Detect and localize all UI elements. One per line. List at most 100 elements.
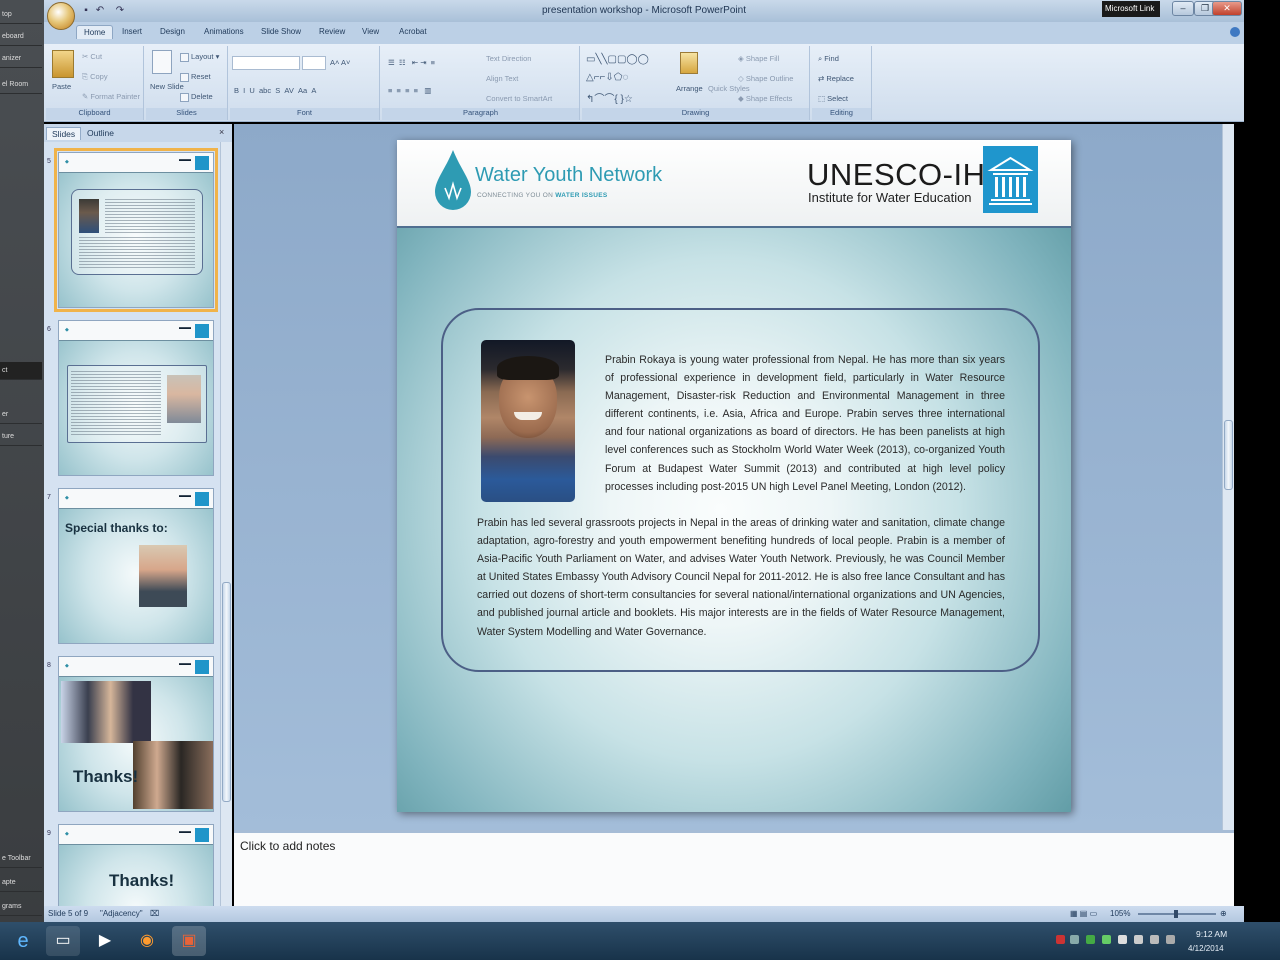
layout-button[interactable]: Layout ▾ [180,52,219,62]
file-explorer-icon[interactable]: ▭ [46,926,80,956]
tab-slide-show[interactable]: Slide Show [261,27,301,36]
internet-explorer-icon[interactable]: e [6,926,40,956]
zoom-slider-thumb[interactable] [1174,910,1178,918]
firefox-icon[interactable]: ◉ [130,926,164,956]
scroll-thumb[interactable] [222,582,231,802]
shape-outline-button[interactable]: ◇ Shape Outline [738,74,793,83]
undo-icon[interactable]: ↶ [94,5,106,17]
paste-button[interactable]: Paste [52,82,71,91]
new-slide-button[interactable]: New Slide [150,82,184,92]
text-direction-button[interactable]: Text Direction [486,54,531,63]
tab-outline[interactable]: Outline [82,127,119,139]
strip-item[interactable]: eboard [0,28,42,46]
tab-acrobat[interactable]: Acrobat [399,27,427,36]
strip-item[interactable]: ct [0,362,42,380]
replace-button[interactable]: ⇄ Replace [818,74,854,83]
reset-button[interactable]: Reset [180,72,211,82]
spellcheck-icon[interactable]: ⌧ [150,909,159,918]
slide-thumbnail-8[interactable]: 8 ◆ ▬▬ Thanks! [44,654,224,818]
tab-home[interactable]: Home [76,25,114,39]
cut-button[interactable]: ✂ Cut [82,52,102,61]
strip-item[interactable]: ture [0,428,42,446]
slide-thumbnail-7[interactable]: 7 ◆ ▬▬ Special thanks to: [44,486,224,650]
clock-time[interactable]: 9:12 AM [1196,929,1227,939]
tray-icon[interactable] [1056,935,1065,944]
redo-icon[interactable]: ↷ [114,5,126,17]
notes-placeholder: Click to add notes [240,839,336,853]
fit-to-window-icon[interactable]: ⊕ [1220,909,1227,918]
thumb-logo-wyn: ◆ [65,663,69,669]
strip-item[interactable]: anizer [0,50,42,68]
slide-thumbnail-5[interactable]: 5 ◆ ▬▬ [44,148,224,314]
panel-scrollbar[interactable] [220,142,232,906]
copy-button[interactable]: ⎘ Copy [82,72,108,82]
quick-styles-button[interactable]: Quick Styles [708,84,750,94]
window-title: presentation workshop - Microsoft PowerP… [542,5,746,16]
strip-item[interactable]: er [0,406,42,424]
group-label: Slides [146,108,227,120]
shapes-gallery[interactable]: ▭╲╲▢▢◯◯ [586,54,649,65]
font-size-field[interactable] [302,56,326,70]
save-icon[interactable]: ▪ [80,5,92,17]
close-button[interactable]: ✕ [1212,1,1242,16]
status-bar: Slide 5 of 9 "Adjacency" ⌧ ▦ ▤ ▭ 105% ⊕ [44,906,1244,922]
strip-item[interactable]: el Room [0,76,42,94]
current-slide[interactable]: Water Youth Network CONNECTING YOU ON WA… [397,140,1071,812]
font-grow-button[interactable]: A˄ A˅ [330,58,350,67]
layout-icon [180,52,189,62]
paragraph-group: ☰ ☷ ⇤ ⇥ ≡ ≡ ≡ ≡ ≡ ▥ Text Direction Align… [382,46,580,120]
slide-number: 9 [47,830,51,837]
shapes-gallery-row3[interactable]: ↰⌒⌒{ }☆ [586,90,633,105]
strip-item[interactable]: apte [0,874,42,892]
network-icon[interactable] [1150,935,1159,944]
shape-effects-button[interactable]: ◆ Shape Effects [738,94,792,103]
minimize-button[interactable]: – [1172,1,1194,16]
flag-icon[interactable] [1134,935,1143,944]
office-button[interactable] [47,2,75,30]
help-icon[interactable] [1230,27,1240,37]
convert-smartart-button[interactable]: Convert to SmartArt [486,94,552,103]
tab-design[interactable]: Design [160,27,185,36]
tab-slides[interactable]: Slides [46,127,82,140]
thumb-heading: Special thanks to: [65,521,168,535]
list-buttons[interactable]: ☰ ☷ ⇤ ⇥ ≡ [388,58,435,67]
align-text-button[interactable]: Align Text [486,74,518,83]
view-buttons[interactable]: ▦ ▤ ▭ [1070,909,1097,918]
arrange-button[interactable]: Arrange [676,84,703,93]
zoom-level[interactable]: 105% [1110,909,1130,918]
clock-date[interactable]: 4/12/2014 [1188,944,1224,953]
tab-animations[interactable]: Animations [204,27,244,36]
find-button[interactable]: ⌕ Find [818,54,839,64]
strip-item[interactable]: e Toolbar [0,850,42,868]
slide-thumbnail-6[interactable]: 6 ◆ ▬▬ [44,318,224,482]
shapes-gallery-row2[interactable]: △⌐⌐⇩⬠◌ [586,72,628,83]
slide-thumbnail-9[interactable]: 9 ◆ ▬▬ Thanks! [44,822,224,906]
volume-icon[interactable] [1166,935,1175,944]
tray-icon[interactable] [1086,935,1095,944]
scroll-thumb[interactable] [1224,420,1233,490]
font-style-buttons[interactable]: B I U abc S AV Aa A [234,86,316,95]
tab-view[interactable]: View [362,27,379,36]
strip-item[interactable]: top [0,6,42,24]
delete-button[interactable]: Delete [180,92,213,102]
tray-icon[interactable] [1118,935,1127,944]
select-button[interactable]: ⬚ Select [818,94,848,103]
strip-item[interactable]: grams [0,898,42,916]
screen-edge [1244,0,1280,922]
notes-pane[interactable]: Click to add notes [234,830,1234,906]
slide-number: 7 [47,494,51,501]
media-player-icon[interactable]: ▶ [88,926,122,956]
tab-review[interactable]: Review [319,27,345,36]
font-name-field[interactable] [232,56,300,70]
format-painter-button[interactable]: ✎ Format Painter [82,92,140,101]
tray-icon[interactable] [1102,935,1111,944]
powerpoint-taskbar-icon[interactable]: ▣ [172,926,206,956]
stage-scrollbar[interactable] [1222,124,1234,830]
thumb-logo-wyn: ◆ [65,159,69,165]
tray-icon[interactable] [1070,935,1079,944]
align-buttons[interactable]: ≡ ≡ ≡ ≡ ▥ [388,86,431,95]
tab-insert[interactable]: Insert [122,27,142,36]
shape-fill-button[interactable]: ◈ Shape Fill [738,54,779,63]
profile-photo [481,340,575,502]
close-icon[interactable]: × [219,127,224,137]
